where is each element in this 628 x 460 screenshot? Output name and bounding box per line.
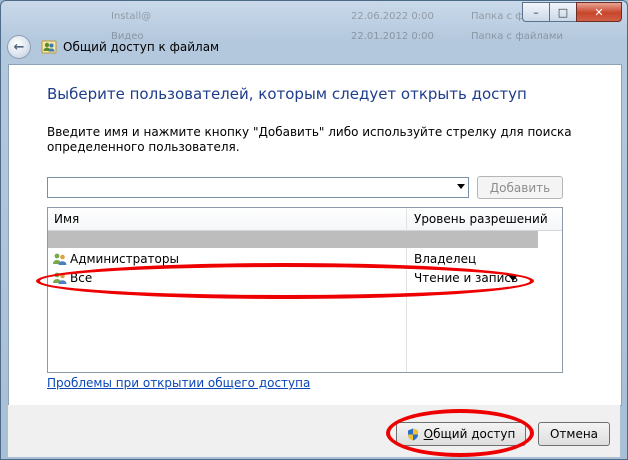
chevron-down-icon[interactable]	[457, 184, 465, 189]
dialog-window: Install@ 22.06.2022 0:00 Папка с файлами…	[0, 0, 628, 460]
content-panel: Выберите пользователей, которым следует …	[8, 64, 622, 406]
minimize-button[interactable]: –	[522, 2, 550, 22]
window-title: Общий доступ к файлам	[63, 40, 220, 54]
footer-bar: Общий доступ Отмена	[8, 405, 620, 457]
help-link[interactable]: Проблемы при открытии общего доступа	[47, 376, 310, 390]
main-heading: Выберите пользователей, которым следует …	[47, 85, 527, 103]
column-header-permission[interactable]: Уровень разрешений	[414, 212, 548, 226]
close-button[interactable]: ✕	[576, 2, 622, 22]
bg-row-date: 22.06.2022 0:00	[351, 11, 434, 22]
caption-buttons: – □ ✕	[522, 2, 622, 22]
user-group-icon	[52, 270, 68, 286]
add-button[interactable]: Добавить	[477, 176, 563, 199]
bg-row-name: Install@	[111, 11, 152, 22]
chevron-down-icon[interactable]	[508, 275, 518, 281]
back-arrow-icon: ←	[13, 39, 25, 55]
share-mnemonic: О	[423, 427, 434, 441]
user-name-combobox[interactable]	[47, 177, 469, 198]
user-name: Администраторы	[70, 252, 179, 266]
column-header-name[interactable]: Имя	[54, 212, 79, 226]
permission-dropdown[interactable]: Чтение и запись	[414, 271, 518, 285]
back-button[interactable]: ←	[7, 35, 31, 59]
cancel-button[interactable]: Отмена	[538, 422, 610, 446]
list-row-redacted[interactable]	[48, 231, 538, 248]
list-row-everyone[interactable]: Все Чтение и запись	[48, 269, 562, 287]
share-button-label: Общий доступ	[424, 427, 516, 441]
instruction-text: Введите имя и нажмите кнопку "Добавить" …	[47, 125, 572, 154]
maximize-button[interactable]: □	[549, 2, 577, 22]
user-name: Все	[70, 271, 93, 285]
uac-shield-icon	[407, 428, 418, 440]
share-rest: бщий доступ	[433, 427, 516, 441]
header-bar: ← Общий доступ к файлам	[7, 33, 621, 61]
list-header: Имя Уровень разрешений	[48, 208, 562, 231]
user-permission: Владелец	[414, 252, 477, 266]
share-users-icon	[41, 39, 57, 55]
share-button[interactable]: Общий доступ	[396, 422, 526, 446]
list-row-administrators[interactable]: Администраторы Владелец	[48, 250, 562, 268]
users-list: Имя Уровень разрешений Администраторы Вл…	[47, 207, 563, 373]
user-group-icon	[52, 251, 68, 267]
